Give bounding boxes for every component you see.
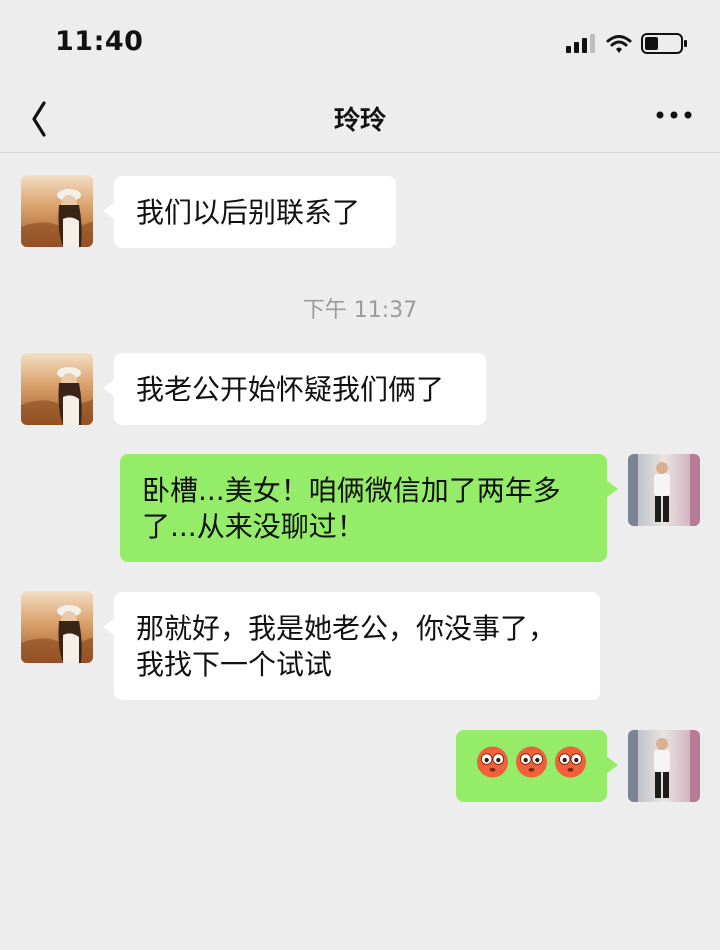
contact-avatar[interactable] bbox=[21, 591, 93, 663]
chat-header: 玲玲 bbox=[0, 86, 720, 153]
message-text: 那就好，我是她老公，你没事了，我找下一个试试 bbox=[136, 612, 557, 681]
flushed-face-emoji bbox=[476, 746, 509, 778]
user-avatar[interactable] bbox=[628, 730, 700, 802]
contact-avatar-image bbox=[21, 591, 93, 663]
more-dots-icon bbox=[656, 111, 692, 119]
message-text: 我老公开始怀疑我们俩了 bbox=[136, 373, 445, 406]
contact-avatar-image bbox=[21, 175, 93, 247]
message-bubble-outgoing[interactable] bbox=[456, 730, 618, 802]
chat-timestamp: 下午 11:37 bbox=[302, 298, 418, 323]
contact-avatar[interactable] bbox=[21, 353, 93, 425]
contact-avatar[interactable] bbox=[21, 175, 93, 247]
message-bubble-incoming[interactable]: 我们以后别联系了 bbox=[103, 176, 396, 248]
status-time: 11:40 bbox=[55, 26, 144, 57]
message-bubble-outgoing[interactable]: 卧槽...美女！咱俩微信加了两年多了...从来没聊过！ bbox=[120, 454, 618, 562]
user-avatar-image bbox=[628, 730, 700, 802]
cellular-signal-icon bbox=[566, 34, 595, 53]
message-text: 我们以后别联系了 bbox=[136, 196, 361, 229]
user-avatar-image bbox=[628, 454, 700, 526]
wifi-icon bbox=[606, 35, 632, 53]
status-icons bbox=[566, 33, 687, 54]
contact-avatar-image bbox=[21, 353, 93, 425]
message-bubble-incoming[interactable]: 那就好，我是她老公，你没事了，我找下一个试试 bbox=[103, 592, 600, 700]
message-text: 卧槽...美女！咱俩微信加了两年多了...从来没聊过！ bbox=[142, 474, 561, 543]
flushed-face-emoji bbox=[554, 746, 587, 778]
message-bubble-incoming[interactable]: 我老公开始怀疑我们俩了 bbox=[103, 353, 486, 425]
more-button[interactable] bbox=[654, 100, 694, 130]
user-avatar[interactable] bbox=[628, 454, 700, 526]
chat-title: 玲玲 bbox=[333, 106, 386, 136]
emoji-group bbox=[476, 745, 587, 779]
flushed-face-emoji bbox=[515, 746, 548, 778]
battery-icon bbox=[641, 33, 687, 54]
status-bar: 11:40 bbox=[0, 0, 720, 86]
